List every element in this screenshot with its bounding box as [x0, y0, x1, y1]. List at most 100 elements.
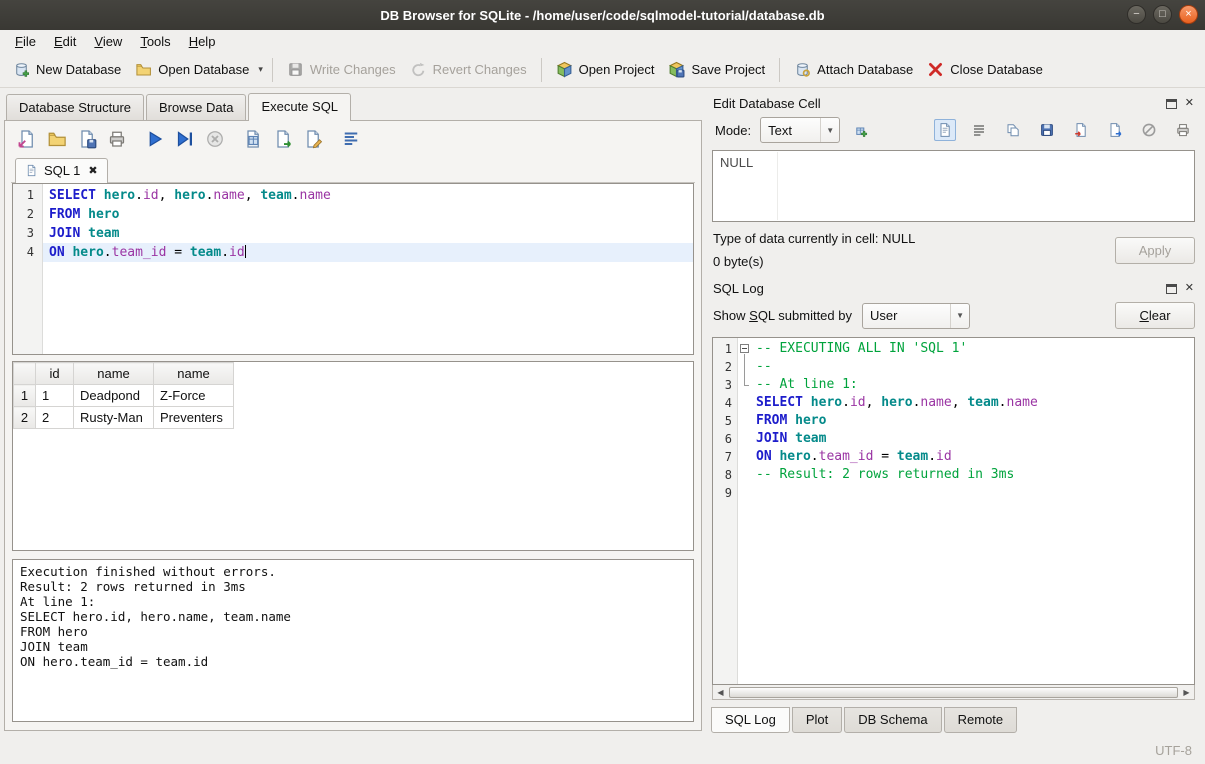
float-panel-icon[interactable] — [1166, 284, 1177, 294]
execute-all-icon[interactable] — [145, 129, 165, 149]
close-button[interactable]: × — [1179, 5, 1198, 24]
edit-sql-icon[interactable] — [303, 129, 323, 149]
export-cell-icon[interactable] — [1104, 119, 1126, 141]
menu-tools[interactable]: Tools — [131, 32, 179, 51]
sql-log-view[interactable]: 123456789 -- EXECUTING ALL IN 'SQL 1'---… — [712, 337, 1195, 685]
column-header[interactable]: id — [36, 363, 74, 385]
scroll-right-arrow-icon[interactable]: ▶ — [1179, 686, 1194, 699]
results-grid[interactable]: idnamename11DeadpondZ-Force22Rusty-ManPr… — [12, 361, 694, 551]
log-horizontal-scrollbar[interactable]: ◀ ▶ — [712, 685, 1195, 700]
cell-value-editor[interactable]: NULL — [712, 150, 1195, 222]
execute-line-icon[interactable] — [175, 129, 195, 149]
toolbar-button-write-changes[interactable]: Write Changes — [280, 56, 403, 83]
line-number: 4 — [713, 394, 737, 412]
sql-token: , — [245, 188, 261, 203]
row-number[interactable]: 2 — [14, 407, 36, 429]
toolbar-button-revert-changes[interactable]: Revert Changes — [403, 56, 534, 83]
scroll-left-arrow-icon[interactable]: ◀ — [713, 686, 728, 699]
fold-marker[interactable] — [738, 340, 753, 358]
column-header[interactable]: name — [154, 363, 234, 385]
menu-help[interactable]: Help — [180, 32, 225, 51]
cell[interactable]: Deadpond — [74, 385, 154, 407]
log-line: FROM hero — [753, 412, 1194, 430]
cell[interactable]: 2 — [36, 407, 74, 429]
log-filter-select[interactable]: User ▼ — [862, 303, 970, 329]
tab-browse-data[interactable]: Browse Data — [146, 94, 246, 120]
toolbar-button-open-database[interactable]: Open Database — [128, 56, 256, 83]
left-panel: Database StructureBrowse DataExecute SQL… — [0, 88, 704, 737]
cell[interactable]: Rusty-Man — [74, 407, 154, 429]
minimize-button[interactable]: − — [1127, 5, 1146, 24]
sql-token: hero — [779, 449, 810, 464]
tab-close-icon[interactable]: ✖ — [88, 164, 97, 177]
execution-output[interactable]: Execution finished without errors. Resul… — [12, 559, 694, 722]
cell[interactable]: Preventers — [154, 407, 234, 429]
apply-button[interactable]: Apply — [1115, 237, 1195, 264]
toolbar-button-close-database[interactable]: Close Database — [920, 56, 1050, 83]
mode-select[interactable]: Text ▼ — [760, 117, 840, 143]
sql-token: = — [873, 449, 896, 464]
set-null-icon[interactable] — [1138, 119, 1160, 141]
cell[interactable]: Z-Force — [154, 385, 234, 407]
cell-value: NULL — [720, 155, 753, 170]
sql-tab-label: SQL 1 — [44, 163, 80, 178]
save-cell-icon[interactable] — [1036, 119, 1058, 141]
menu-edit[interactable]: Edit — [45, 32, 85, 51]
text-view-icon[interactable] — [934, 119, 956, 141]
bottom-tab-sql-log[interactable]: SQL Log — [711, 707, 790, 733]
open-sql-new-tab-icon[interactable] — [17, 129, 37, 149]
bottom-tab-plot[interactable]: Plot — [792, 707, 842, 733]
open-sql-file-icon[interactable] — [47, 129, 67, 149]
export-results-icon[interactable] — [273, 129, 293, 149]
stop-icon[interactable] — [205, 129, 225, 149]
bottom-tab-db-schema[interactable]: DB Schema — [844, 707, 941, 733]
sql-token: FROM — [756, 413, 787, 428]
save-results-grid-icon[interactable] — [243, 129, 263, 149]
chevron-down-icon[interactable]: ▾ — [256, 60, 265, 79]
edit-cell-header: Edit Database Cell ✕ — [711, 90, 1196, 116]
format-sql-icon[interactable] — [341, 129, 361, 149]
encoding-indicator[interactable]: UTF-8 — [1155, 743, 1192, 758]
sql-editor[interactable]: 1234 SELECT hero.id, hero.name, team.nam… — [12, 183, 694, 355]
import-cell-icon[interactable] — [1070, 119, 1092, 141]
sql-token: hero — [811, 395, 842, 410]
column-header[interactable]: name — [74, 363, 154, 385]
sql-token: JOIN — [49, 226, 80, 241]
line-number: 4 — [13, 243, 42, 262]
cell[interactable]: 1 — [36, 385, 74, 407]
close-panel-icon[interactable]: ✕ — [1185, 98, 1194, 109]
sql-token — [96, 188, 104, 203]
tab-database-structure[interactable]: Database Structure — [6, 94, 144, 120]
close-panel-icon[interactable]: ✕ — [1185, 283, 1194, 294]
word-wrap-icon[interactable] — [968, 119, 990, 141]
toolbar-button-open-project[interactable]: Open Project — [549, 56, 662, 83]
fold-marker — [738, 358, 753, 376]
scrollbar-thumb[interactable] — [729, 687, 1178, 698]
menu-view[interactable]: View — [85, 32, 131, 51]
sql-token: team — [88, 226, 119, 241]
row-number[interactable]: 1 — [14, 385, 36, 407]
print-sql-icon[interactable] — [107, 129, 127, 149]
sql-token: -- Result: 2 rows returned in 3ms — [756, 467, 1014, 482]
results-header-row: idnamename — [14, 363, 234, 385]
toolbar-button-save-project[interactable]: Save Project — [661, 56, 772, 83]
sql-tab[interactable]: SQL 1 ✖ — [15, 158, 108, 183]
maximize-button[interactable]: □ — [1153, 5, 1172, 24]
menu-file[interactable]: File — [6, 32, 45, 51]
sql-token: team_id — [819, 449, 874, 464]
toolbar-button-label: Close Database — [950, 62, 1043, 77]
toolbar-button-new-database[interactable]: New Database — [6, 56, 128, 83]
float-panel-icon[interactable] — [1166, 99, 1177, 109]
bottom-tab-remote[interactable]: Remote — [944, 707, 1018, 733]
clear-log-button[interactable]: Clear — [1115, 302, 1195, 329]
toolbar-button-attach-database[interactable]: Attach Database — [787, 56, 920, 83]
copy-cell-icon[interactable] — [1002, 119, 1024, 141]
cell-settings-icon[interactable] — [849, 119, 871, 141]
save-sql-file-icon[interactable] — [77, 129, 97, 149]
collapse-icon[interactable] — [740, 344, 749, 353]
titlebar[interactable]: DB Browser for SQLite - /home/user/code/… — [0, 0, 1205, 30]
tab-execute-sql[interactable]: Execute SQL — [248, 93, 351, 121]
print-cell-icon[interactable] — [1172, 119, 1194, 141]
fold-empty — [738, 394, 753, 412]
log-fold-column[interactable] — [738, 338, 753, 684]
